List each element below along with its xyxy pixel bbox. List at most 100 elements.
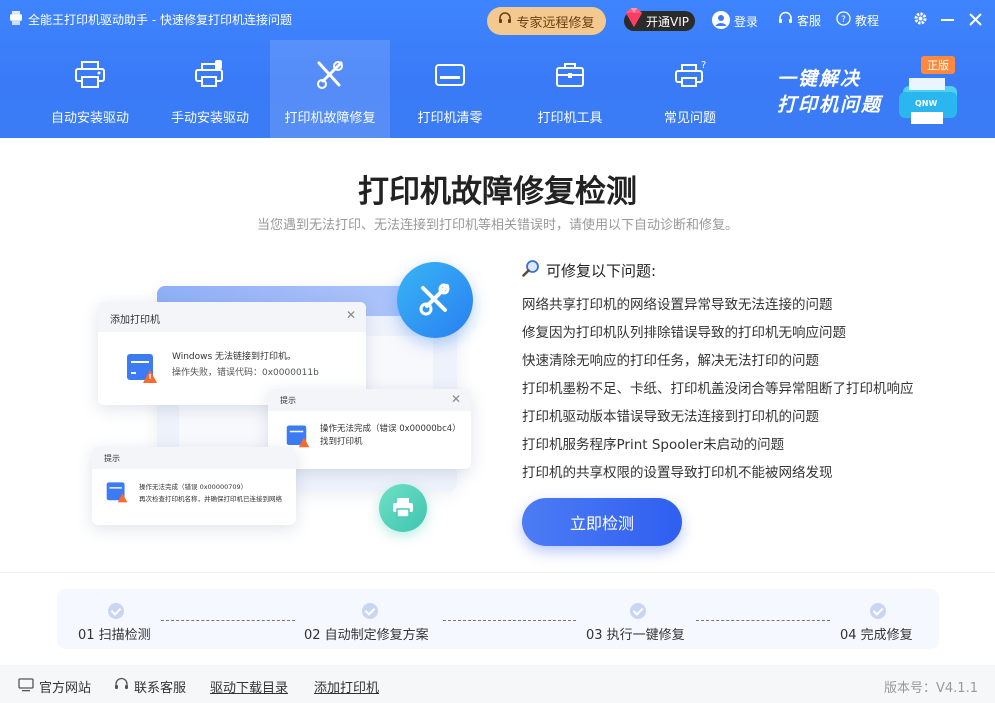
- headset-icon: [114, 677, 129, 696]
- dialog-title-text: 添加打印机: [110, 315, 160, 326]
- check-icon: [870, 603, 886, 619]
- promo-line1: 一键解决: [777, 68, 862, 90]
- dialog-title: 提示: [92, 447, 296, 469]
- close-icon: [968, 11, 982, 30]
- dialog-title-text: 提示: [104, 454, 120, 463]
- genuine-badge: 正版: [921, 56, 955, 74]
- step-label: 03 执行一键修复: [586, 628, 685, 643]
- footer: 官方网站 联系客服 驱动下载目录 添加打印机 版本号：V4.1.1: [0, 665, 995, 703]
- tab-faq[interactable]: ? 常见问题: [630, 40, 750, 138]
- official-website-link[interactable]: 官方网站: [18, 677, 91, 696]
- remote-repair-label: 专家远程修复: [516, 15, 595, 31]
- login-label: 登录: [734, 15, 759, 29]
- dialog-message: 操作无法完成（错误 0x00000709）: [139, 483, 248, 491]
- official-website-label: 官方网站: [39, 681, 92, 696]
- step-label: 01 扫描检测: [78, 628, 151, 643]
- check-icon: [630, 603, 646, 619]
- list-item: 网络共享打印机的网络设置异常导致无法连接的问题: [522, 297, 833, 313]
- title-bar: 全能王打印机驱动助手 - 快速修复打印机连接问题 专家远程修复 开通VIP 登录…: [0, 0, 995, 40]
- close-icon: ✕: [450, 392, 461, 406]
- tab-manual-install[interactable]: 手动安装驱动: [150, 40, 270, 138]
- monitor-icon: [18, 677, 34, 696]
- dialog-title-text: 提示: [280, 396, 296, 405]
- check-icon: [362, 603, 378, 619]
- issues-list: 网络共享打印机的网络设置异常导致无法连接的问题 修复因为打印机队列排除错误导致的…: [522, 296, 914, 492]
- service-button[interactable]: 客服: [778, 11, 821, 29]
- main-nav: 自动安装驱动 手动安装驱动 打印机故障修复 打印机清零 打印机工具 ? 常见问题: [30, 40, 750, 138]
- service-label: 客服: [797, 13, 822, 28]
- step-connector: [696, 620, 830, 621]
- dialog-message: 找到打印机: [320, 437, 363, 447]
- page-title: 打印机故障修复检测: [358, 174, 637, 210]
- printer-error-icon: [106, 481, 128, 507]
- dialog-message: 操作无法完成（错误 0x00000bc4）: [320, 424, 461, 434]
- repair-tools-icon: [397, 262, 473, 338]
- list-item: 打印机服务程序Print Spooler未启动的问题: [522, 437, 785, 453]
- printer-error-icon: [126, 352, 158, 388]
- tray-icon: [430, 55, 470, 95]
- tab-label: 手动安装驱动: [170, 111, 249, 126]
- dialog-error-code: 操作失败，错误代码：0x0000011b: [172, 368, 319, 378]
- tab-printer-reset[interactable]: 打印机清零: [390, 40, 510, 138]
- tab-printer-tools[interactable]: 打印机工具: [510, 40, 630, 138]
- divider: [0, 572, 995, 573]
- diamond-icon: [622, 7, 646, 32]
- tutorial-label: 教程: [855, 13, 880, 28]
- tutorial-button[interactable]: ? 教程: [836, 11, 879, 29]
- minimize-button[interactable]: [937, 10, 957, 30]
- printer-icon: [70, 55, 110, 95]
- header: 全能王打印机驱动助手 - 快速修复打印机连接问题 专家远程修复 开通VIP 登录…: [0, 0, 995, 138]
- illustration: 添加打印机 ✕ Windows 无法链接到打印机。 操作失败，错误代码：0x00…: [90, 262, 480, 537]
- list-item: 快速清除无响应的打印任务，解决无法打印的问题: [522, 353, 819, 369]
- progress-steps: 01 扫描检测 02 自动制定修复方案 03 执行一键修复 04 完成修复: [57, 589, 939, 649]
- tab-label: 打印机清零: [417, 111, 483, 126]
- detect-now-button[interactable]: 立即检测: [522, 498, 682, 546]
- issues-heading-text: 可修复以下问题:: [546, 261, 657, 280]
- vip-label: 开通VIP: [646, 14, 689, 29]
- gear-icon: [913, 11, 928, 30]
- tab-label: 自动安装驱动: [50, 111, 129, 126]
- headset-icon: [498, 12, 512, 30]
- svg-text:?: ?: [701, 60, 706, 71]
- tools-icon: [310, 55, 350, 95]
- tab-label: 打印机工具: [537, 111, 603, 126]
- remote-repair-button[interactable]: 专家远程修复: [487, 7, 606, 35]
- dialog-message: 再次检查打印机名称，并确保打印机已连接到网络: [139, 495, 282, 503]
- tab-auto-install[interactable]: 自动安装驱动: [30, 40, 150, 138]
- printer-bubble-icon: [379, 484, 427, 532]
- step-label: 04 完成修复: [840, 628, 913, 643]
- list-item: 打印机墨粉不足、卡纸、打印机盖没闭合等异常阻断了打印机响应: [522, 381, 914, 397]
- magnifier-icon: [522, 259, 540, 281]
- promo-line2: 打印机问题: [777, 94, 883, 116]
- dialog-title: 添加打印机 ✕: [98, 302, 366, 332]
- vip-button[interactable]: 开通VIP: [624, 8, 695, 31]
- contact-service-link[interactable]: 联系客服: [114, 677, 186, 696]
- tab-label: 常见问题: [663, 111, 716, 126]
- printer-usb-icon: [190, 55, 230, 95]
- check-icon: [108, 603, 124, 619]
- promo-brand: QNW: [915, 99, 937, 108]
- add-printer-link[interactable]: 添加打印机: [314, 677, 379, 696]
- svg-text:?: ?: [841, 15, 846, 25]
- close-button[interactable]: [965, 10, 985, 30]
- step-connector: [443, 620, 576, 621]
- login-button[interactable]: 登录: [712, 11, 758, 32]
- hint-dialog: 提示 操作无法完成（错误 0x00000709） 再次检查打印机名称，并确保打印…: [92, 447, 296, 525]
- hint-dialog: 提示 ✕ 操作无法完成（错误 0x00000bc4） 找到打印机: [268, 389, 471, 469]
- user-icon: [712, 11, 730, 32]
- tab-label: 打印机故障修复: [284, 111, 376, 126]
- contact-service-label: 联系客服: [134, 681, 187, 696]
- help-circle-icon: ?: [836, 11, 851, 29]
- headset-icon: [778, 11, 793, 29]
- tab-fault-repair[interactable]: 打印机故障修复: [270, 40, 390, 138]
- list-item: 打印机的共享权限的设置导致打印机不能被网络发现: [522, 465, 833, 481]
- question-printer-icon: ?: [670, 55, 710, 95]
- dialog-message: Windows 无法链接到打印机。: [172, 352, 297, 362]
- list-item: 修复因为打印机队列排除错误导致的打印机无响应问题: [522, 325, 846, 341]
- version-label: 版本号：V4.1.1: [884, 681, 978, 696]
- settings-button[interactable]: [910, 10, 930, 30]
- app-logo-icon: [8, 10, 24, 26]
- app-title: 全能王打印机驱动助手 - 快速修复打印机连接问题: [28, 13, 292, 27]
- driver-directory-link[interactable]: 驱动下载目录: [210, 677, 288, 696]
- close-icon: ✕: [345, 308, 356, 322]
